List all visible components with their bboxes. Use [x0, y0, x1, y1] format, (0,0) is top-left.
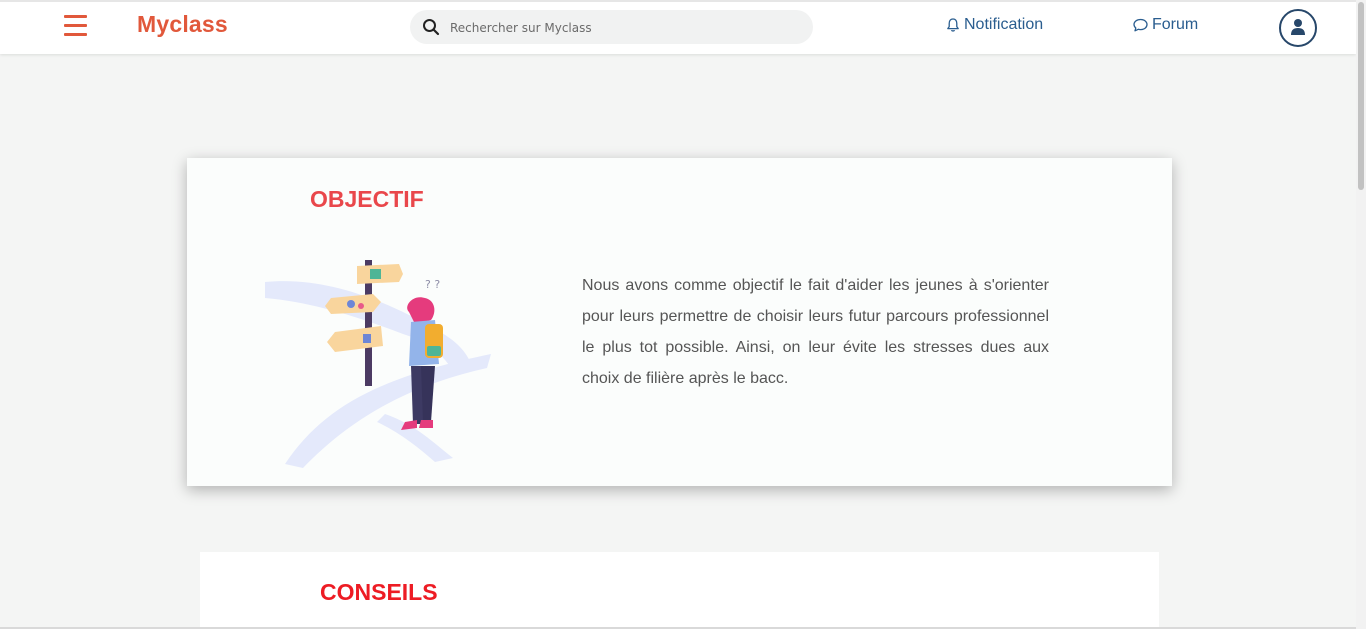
bell-icon [947, 18, 959, 32]
objectif-description: Nous avons comme objectif le fait d'aide… [582, 277, 1049, 387]
user-avatar-icon [1291, 19, 1305, 35]
signpost-student-illustration: ? ? [265, 260, 491, 468]
scrollbar-thumb[interactable] [1358, 2, 1364, 190]
user-avatar-button[interactable] [1279, 9, 1317, 47]
svg-text:? ?: ? ? [425, 278, 440, 291]
conseils-title: CONSEILS [320, 579, 438, 605]
forum-label: Forum [1152, 16, 1199, 33]
forum-link[interactable]: Forum [1132, 16, 1198, 34]
page-scrollbar[interactable] [1356, 0, 1366, 629]
search-bar[interactable] [410, 10, 813, 44]
objectif-title: OBJECTIF [310, 186, 424, 212]
chat-bubble-icon [1133, 18, 1148, 32]
search-input[interactable] [448, 17, 802, 39]
conseils-card: CONSEILS [200, 552, 1159, 629]
brand-logo[interactable]: Myclass [137, 11, 228, 38]
objectif-card: OBJECTIF ? ? Nous avons comme objectif l… [187, 158, 1172, 486]
notification-link[interactable]: Notification [945, 16, 1043, 34]
search-icon[interactable] [422, 18, 440, 36]
notification-label: Notification [964, 16, 1044, 33]
top-navbar: Myclass Notification Forum [0, 0, 1356, 54]
menu-icon[interactable] [64, 15, 88, 37]
